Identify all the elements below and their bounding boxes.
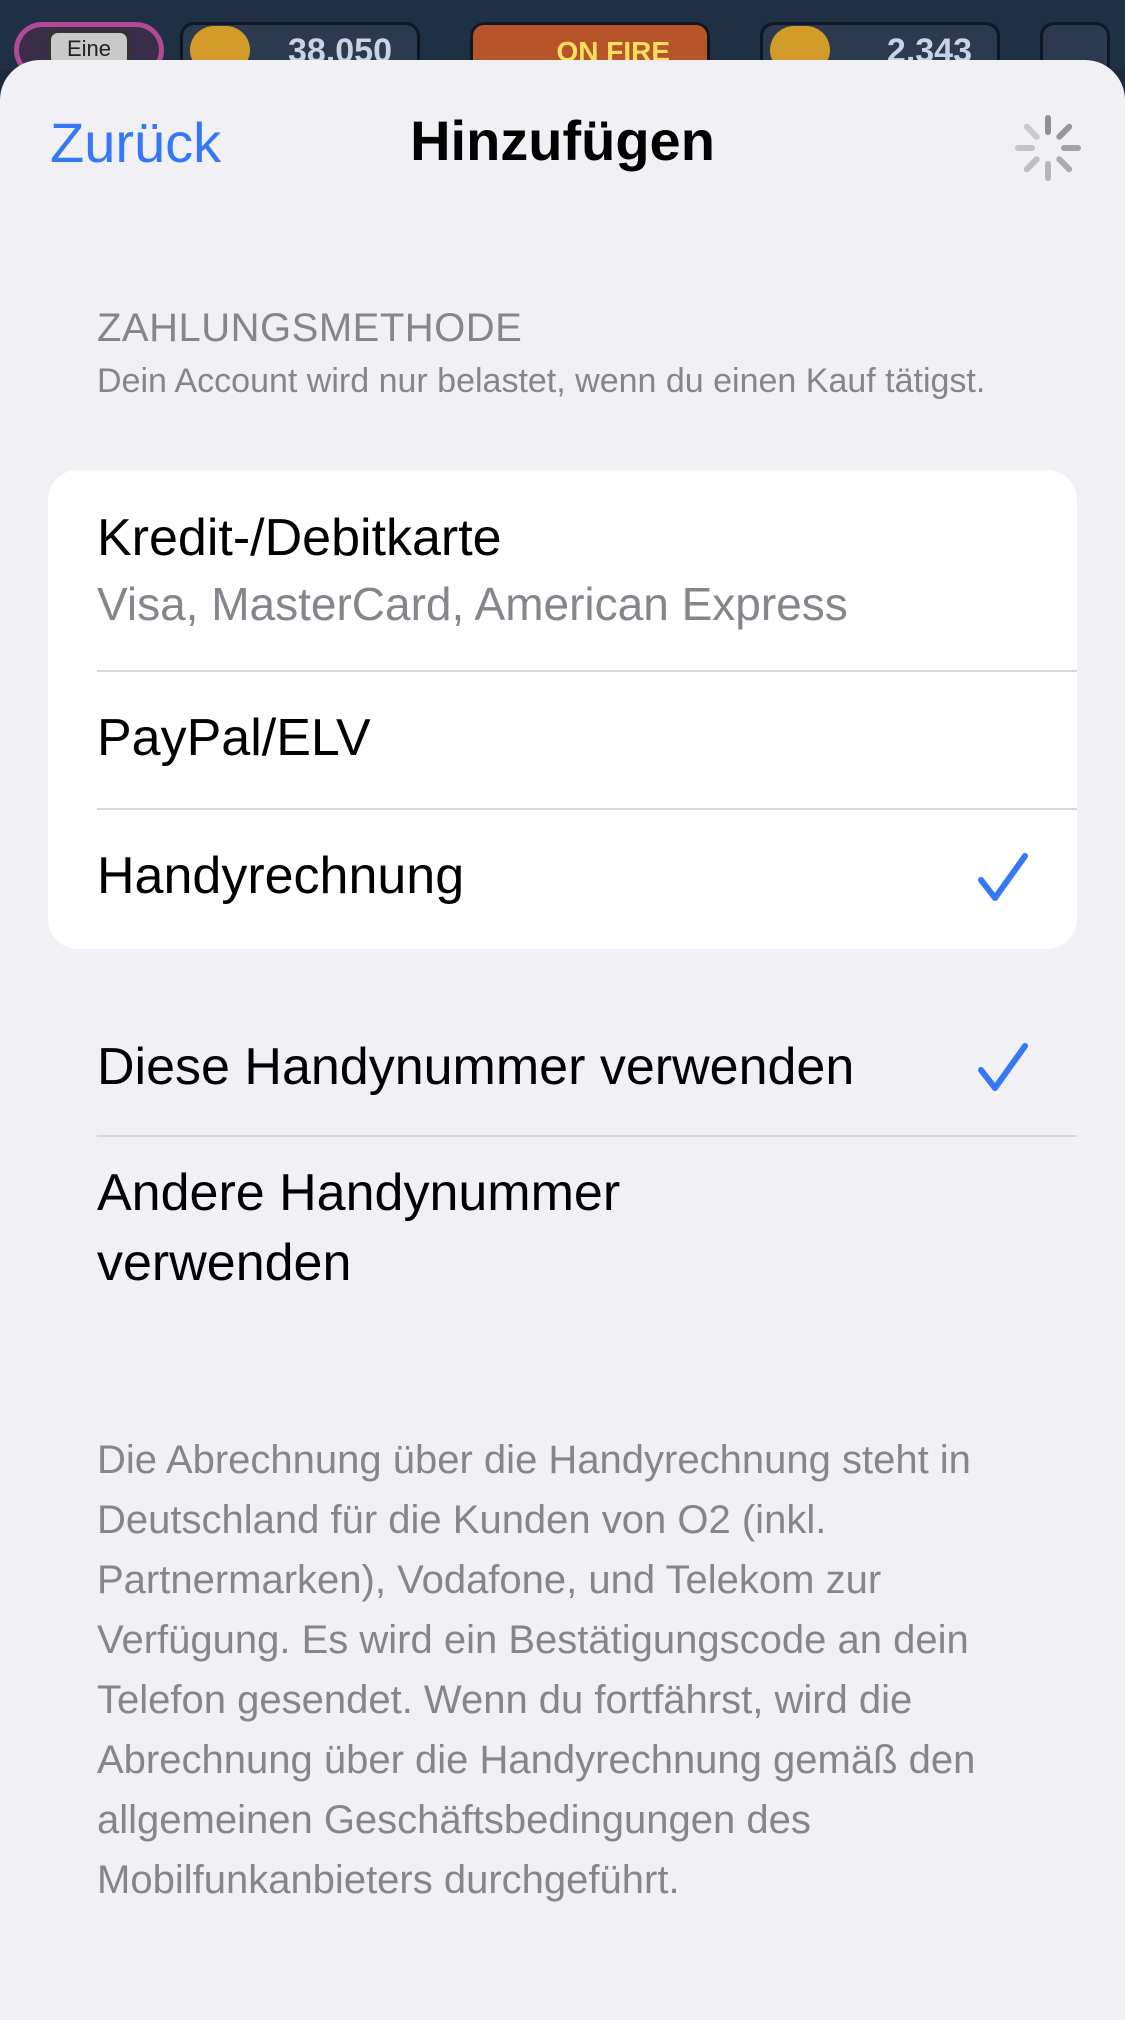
payment-method-title: PayPal/ELV (97, 709, 371, 767)
phone-option-title: Andere Handynummer verwenden (97, 1164, 621, 1292)
divider (97, 1135, 1077, 1137)
phone-option-this-number[interactable]: Diese Handynummer verwenden (0, 1020, 1125, 1130)
payment-method-paypal[interactable]: PayPal/ELV (48, 672, 1077, 808)
payment-method-card[interactable]: Kredit-/Debitkarte Visa, MasterCard, Ame… (48, 470, 1077, 670)
add-payment-sheet: Zurück Hinzufügen ZAHLUNGSMETHODE Dein A… (0, 60, 1125, 2020)
payment-method-title: Handyrechnung (97, 847, 465, 905)
payment-method-list: Kredit-/Debitkarte Visa, MasterCard, Ame… (48, 470, 1077, 949)
checkmark-icon (978, 1043, 1028, 1091)
payment-method-phone-bill[interactable]: Handyrechnung (48, 810, 1077, 949)
payment-method-title: Kredit-/Debitkarte (97, 509, 502, 567)
loading-spinner-icon (1015, 115, 1081, 181)
phone-billing-info: Die Abrechnung über die Handyrechnung st… (97, 1438, 976, 1902)
checkmark-icon (978, 853, 1028, 901)
section-subtitle: Dein Account wird nur belastet, wenn du … (97, 362, 986, 400)
phone-option-title: Diese Handynummer verwenden (97, 1038, 855, 1096)
phone-option-other-number[interactable]: Andere Handynummer verwenden (0, 1150, 1125, 1330)
section-header: ZAHLUNGSMETHODE (97, 306, 523, 350)
payment-method-subtitle: Visa, MasterCard, American Express (97, 578, 848, 630)
page-title: Hinzufügen (410, 109, 715, 172)
